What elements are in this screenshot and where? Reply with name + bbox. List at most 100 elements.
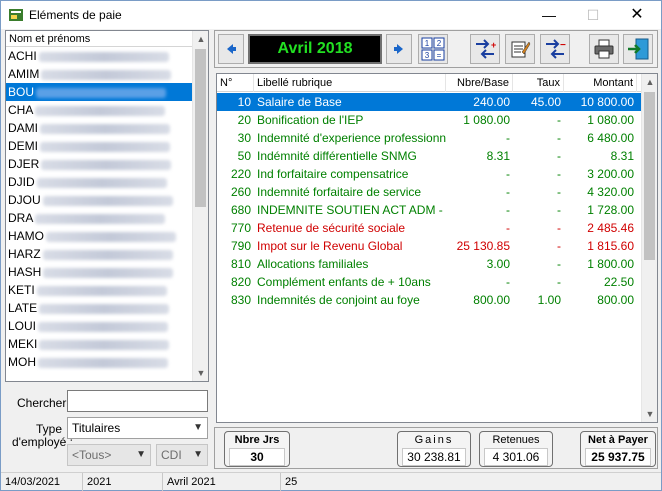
scroll-thumb[interactable] — [195, 49, 206, 207]
toolbar: Avril 2018 1 2 3 = + − — [214, 30, 658, 68]
employee-list-item[interactable]: MEKI — [6, 335, 193, 353]
maximize-button[interactable]: ☐ — [575, 1, 611, 29]
employee-items: ACHI AMIM BOU CHA DAMI DEMI DJER DJID DJOU DRA HAM… — [6, 47, 208, 371]
scroll-down-icon[interactable]: ▼ — [193, 365, 208, 381]
cell-mt: 10 800.00 — [580, 95, 634, 109]
table-row[interactable]: 810 Allocations familiales 3.00 - 1 800.00 — [217, 255, 642, 273]
table-row[interactable]: 830 Indemnités de conjoint au foye 800.00 1… — [217, 291, 642, 309]
calculator-button[interactable]: 1 2 3 = — [418, 34, 448, 64]
redacted-name — [38, 51, 169, 62]
column-header-montant[interactable]: Montant — [564, 74, 637, 92]
gains-value: 30 238.81 — [402, 448, 466, 466]
table-row[interactable]: 680 INDEMNITE SOUTIEN ACT ADM - 2 - - 1 728.… — [217, 201, 642, 219]
net-label: Net à Payer — [588, 434, 648, 446]
svg-text:−: − — [560, 40, 566, 51]
cell-tx: - — [557, 185, 561, 199]
employee-list-item[interactable]: DJID — [6, 173, 193, 191]
grid-scrollbar[interactable]: ▲ ▼ — [641, 74, 657, 422]
totals-bar: Nbre Jrs 30 Gains 30 238.81 Retenues 4 3… — [214, 427, 658, 469]
table-row[interactable]: 770 Retenue de sécurité sociale - - 2 485.46 — [217, 219, 642, 237]
employee-list-item[interactable]: DEMI — [6, 137, 193, 155]
employee-list-item[interactable]: DJOU — [6, 191, 193, 209]
scroll-down-icon[interactable]: ▼ — [642, 406, 657, 422]
arrow-left-icon — [227, 44, 236, 54]
minimize-button[interactable]: — — [531, 1, 567, 29]
add-rubric-button[interactable]: + — [470, 34, 500, 64]
next-month-button[interactable] — [386, 34, 412, 64]
employee-list-scrollbar[interactable]: ▲ ▼ — [192, 31, 208, 381]
column-header-base[interactable]: Nbre/Base — [446, 74, 513, 92]
add-row-icon: + — [476, 39, 496, 59]
table-row[interactable]: 790 Impot sur le Revenu Global 25 130.85 - 1… — [217, 237, 642, 255]
column-header-libelle[interactable]: Libellé rubrique — [254, 74, 446, 92]
employee-list[interactable]: Nom et prénoms ACHI AMIM BOU CHA DAMI DEMI DJE… — [5, 30, 209, 382]
contract-value: CDI — [161, 448, 182, 462]
scroll-up-icon[interactable]: ▲ — [642, 74, 657, 90]
employee-type-select[interactable]: Titulaires ▼ — [67, 417, 208, 439]
column-header-taux[interactable]: Taux — [513, 74, 564, 92]
employee-list-item[interactable]: LOUI — [6, 317, 193, 335]
table-row[interactable]: 30 Indemnité d'experience professionnelle… — [217, 129, 642, 147]
employee-list-item[interactable]: KETI — [6, 281, 193, 299]
redacted-name — [46, 231, 176, 242]
type-label-1: Type — [36, 422, 63, 436]
table-row[interactable]: 50 Indémnité différentielle SNMG 8.31 - 8.31 — [217, 147, 642, 165]
edit-rubric-button[interactable] — [505, 34, 535, 64]
employee-list-item[interactable]: MOH — [6, 353, 193, 371]
employee-list-item[interactable]: DJER — [6, 155, 193, 173]
employee-list-item[interactable]: DAMI — [6, 119, 193, 137]
table-row[interactable]: 260 Indemnité forfaitaire de service - - 4 3… — [217, 183, 642, 201]
redacted-name — [43, 267, 174, 278]
employee-list-item[interactable]: HASH — [6, 263, 193, 281]
exit-button[interactable] — [623, 34, 653, 64]
cell-lib: Allocations familiales — [257, 257, 369, 271]
employee-list-item[interactable]: AMIM — [6, 65, 193, 83]
contract-select: CDI ▼ — [156, 444, 208, 466]
cell-lib: Indemnité forfaitaire de service — [257, 185, 422, 199]
employee-list-header: Nom et prénoms — [6, 31, 208, 47]
scroll-up-icon[interactable]: ▲ — [193, 31, 208, 47]
close-button[interactable]: ✕ — [619, 1, 655, 29]
cell-ord: 10 — [237, 95, 251, 109]
cell-ord: 680 — [230, 203, 251, 217]
redacted-name — [38, 321, 169, 332]
gains-label: Gains — [414, 434, 454, 446]
status-days: 25 — [285, 476, 298, 488]
payroll-window: Eléments de paie — ☐ ✕ Nom et prénoms AC… — [0, 0, 662, 491]
search-input[interactable] — [67, 390, 208, 412]
employee-name: HAMO — [8, 229, 44, 243]
table-row[interactable]: 820 Complément enfants de + 10ans - - 22.50 — [217, 273, 642, 291]
employee-list-item[interactable]: BOU — [6, 83, 193, 101]
table-row[interactable]: 10 Salaire de Base 240.00 45.00 10 800.00 — [217, 93, 642, 111]
cell-mt: 4 320.00 — [587, 185, 634, 199]
remove-rubric-button[interactable]: − — [540, 34, 570, 64]
redacted-name — [40, 141, 170, 152]
employee-list-item[interactable]: DRA — [6, 209, 193, 227]
employee-name: BOU — [8, 85, 35, 99]
cell-mt: 8.31 — [610, 149, 634, 163]
previous-month-button[interactable] — [218, 34, 244, 64]
search-label: Chercher : — [17, 396, 74, 410]
print-button[interactable] — [589, 34, 619, 64]
employee-name: LOUI — [8, 319, 37, 333]
employee-name: KETI — [8, 283, 35, 297]
employee-list-item[interactable]: HARZ — [6, 245, 193, 263]
column-header-ord[interactable]: N° Ord — [217, 74, 254, 107]
employee-name: DJID — [8, 175, 35, 189]
employee-list-item[interactable]: HAMO — [6, 227, 193, 245]
employee-list-item[interactable]: CHA — [6, 101, 193, 119]
table-row[interactable]: 20 Bonification de l'IEP 1 080.00 - 1 080.00 — [217, 111, 642, 129]
employee-list-item[interactable]: ACHI — [6, 47, 193, 65]
redacted-name — [36, 285, 167, 296]
cell-nb: 25 130.85 — [456, 239, 510, 253]
table-row[interactable]: 220 Ind forfaitaire compensatrice - - 3 200.… — [217, 165, 642, 183]
exit-door-icon — [628, 38, 649, 60]
cell-ord: 50 — [237, 149, 251, 163]
scroll-thumb[interactable] — [644, 92, 655, 260]
cell-lib: Complément enfants de + 10ans — [257, 275, 431, 289]
employee-list-item[interactable]: LATE — [6, 299, 193, 317]
cell-tx: 1.00 — [537, 293, 561, 307]
payroll-grid[interactable]: N° Ord Libellé rubrique Nbre/Base Taux M… — [216, 73, 658, 423]
cell-nb: - — [506, 131, 510, 145]
days-label: Nbre Jrs — [234, 434, 280, 446]
